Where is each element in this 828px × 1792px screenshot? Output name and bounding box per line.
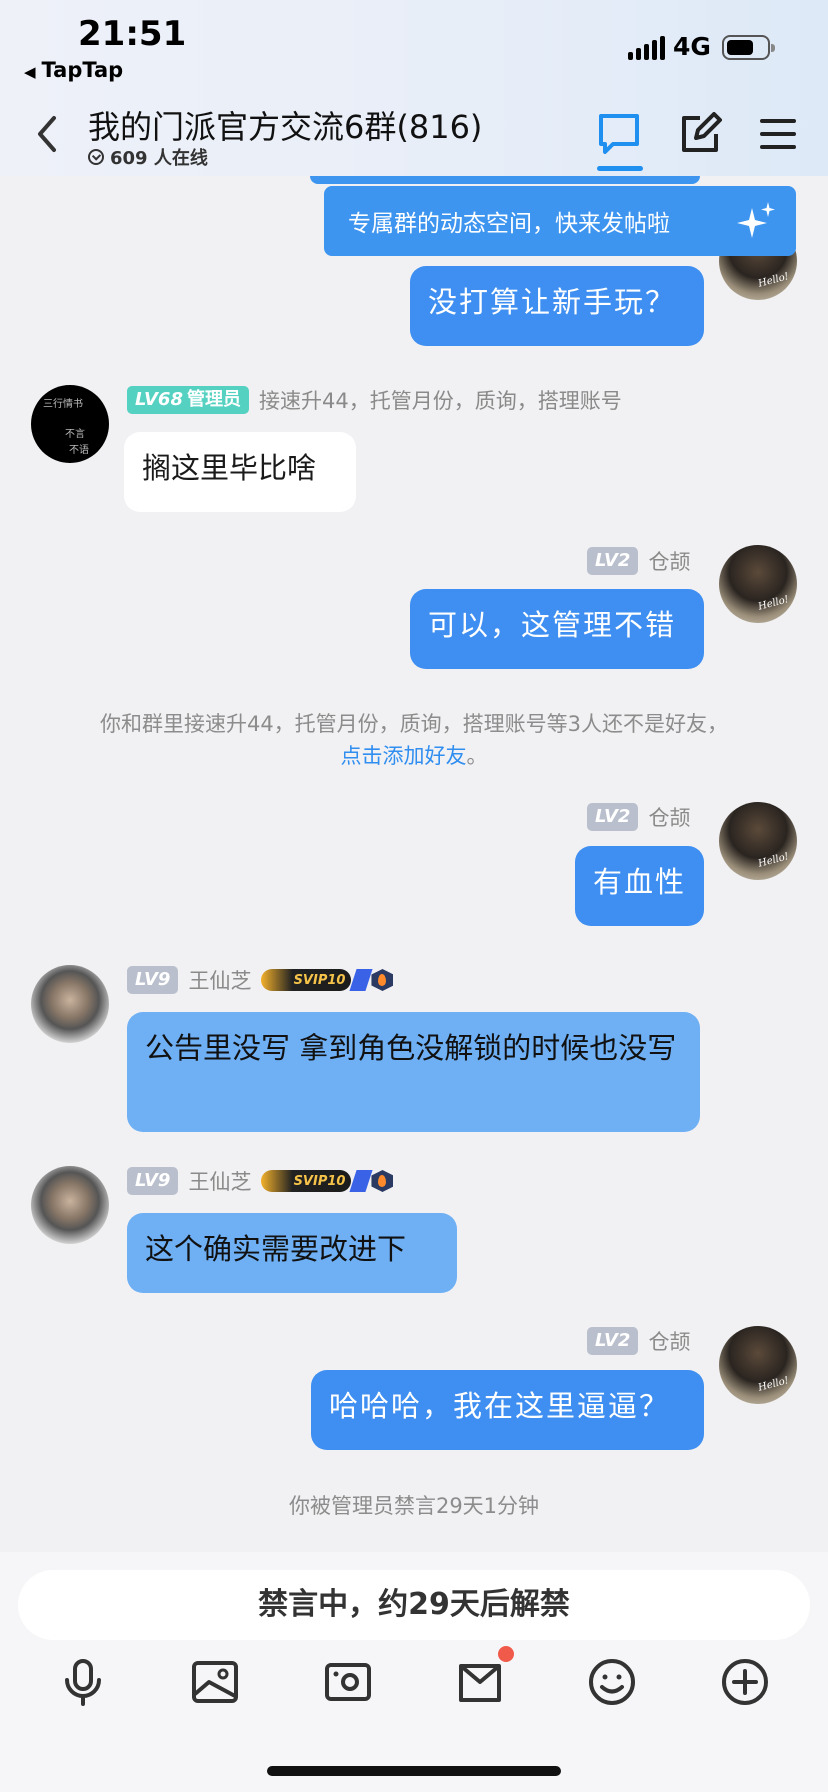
sender-meta: LV9 王仙芝 SVIP10 (127, 1166, 394, 1196)
sender-name: 仓颉 (648, 550, 691, 574)
sender-meta: LV2 仓颉 (587, 546, 690, 576)
sender-name: 王仙芝 (188, 969, 252, 993)
sender-name: 仓颉 (648, 806, 691, 830)
online-icon (88, 149, 104, 165)
sender-meta: LV68 管理员 接速升44，托管月份，质询，搭理账号 (127, 385, 622, 415)
network-type: 4G (673, 32, 711, 61)
level-badge: LV2 (587, 1327, 639, 1355)
avatar[interactable] (31, 1166, 109, 1244)
sender-name: 接速升44，托管月份，质询，搭理账号 (258, 389, 622, 413)
message-bubble[interactable]: 没打算让新手玩？ (410, 266, 704, 346)
back-icon[interactable] (30, 112, 66, 156)
signal-icon (628, 36, 666, 60)
battery-icon (722, 35, 775, 60)
emoji-icon[interactable] (586, 1656, 638, 1708)
avatar[interactable] (31, 965, 109, 1043)
avatar[interactable]: 三行情书 不言 不语 (31, 385, 109, 463)
image-icon[interactable] (189, 1656, 241, 1708)
back-app-label: TapTap (41, 58, 124, 82)
sender-meta: LV9 王仙芝 SVIP10 (127, 965, 394, 995)
avatar[interactable] (719, 1326, 797, 1404)
gift-icon[interactable] (454, 1656, 506, 1708)
message-bubble[interactable]: 搁这里毕比啥 (124, 432, 356, 512)
message-bubble[interactable]: 哈哈哈，我在这里逼逼？ (311, 1370, 704, 1450)
friend-notice-text: 你和群里接速升44，托管月份，质询，搭理账号等3人还不是好友， (99, 712, 729, 736)
sender-meta: LV2 仓颉 (587, 1326, 690, 1356)
level-badge: LV2 (587, 547, 639, 575)
active-tab-indicator (597, 166, 643, 171)
level-badge: LV9 (127, 1167, 179, 1195)
home-indicator[interactable] (267, 1766, 561, 1776)
friend-notice: 你和群里接速升44，托管月份，质询，搭理账号等3人还不是好友， 点击添加好友。 (0, 708, 828, 772)
group-title: 我的门派官方交流6群(816) (88, 108, 483, 146)
online-count: 609 人在线 (88, 144, 208, 170)
add-friend-link[interactable]: 点击添加好友 (341, 744, 467, 768)
camera-icon[interactable] (322, 1656, 374, 1708)
previous-message-edge (310, 176, 700, 184)
level-badge: LV2 (587, 803, 639, 831)
top-bar: 21:51 ◀ TapTap 4G 我的门派官方交流6群(816) 609 人在线 (0, 0, 828, 176)
sender-name: 仓颉 (648, 1330, 691, 1354)
avatar[interactable] (719, 545, 797, 623)
banner-text: 专属群的动态空间，快来发帖啦 (348, 211, 670, 237)
svip-badge: SVIP10 (261, 967, 394, 993)
online-label: 609 人在线 (110, 148, 208, 169)
sparkle-icon (737, 202, 775, 238)
back-to-app[interactable]: ◀ TapTap (24, 58, 123, 82)
edit-icon[interactable] (678, 112, 722, 156)
muted-input: 禁言中，约29天后解禁 (18, 1570, 810, 1640)
plus-icon[interactable] (719, 1656, 771, 1708)
sender-name: 王仙芝 (188, 1170, 252, 1194)
menu-icon[interactable] (756, 112, 800, 156)
level-badge: LV9 (127, 966, 179, 994)
microphone-icon[interactable] (57, 1656, 109, 1708)
message-bubble[interactable]: 公告里没写 拿到角色没解锁的时候也没写 (127, 1012, 700, 1132)
svip-badge: SVIP10 (261, 1168, 394, 1194)
sender-meta: LV2 仓颉 (587, 802, 690, 832)
chat-bubble-icon[interactable] (597, 112, 641, 156)
level-badge: LV68 管理员 (127, 386, 249, 414)
message-bubble[interactable]: 有血性 (575, 846, 704, 926)
avatar[interactable] (719, 802, 797, 880)
back-triangle-icon: ◀ (24, 63, 36, 81)
message-bubble[interactable]: 这个确实需要改进下 (127, 1213, 457, 1293)
group-post-banner[interactable]: 专属群的动态空间，快来发帖啦 (324, 186, 796, 256)
message-bubble[interactable]: 可以，这管理不错 (410, 589, 704, 669)
notification-dot (498, 1646, 514, 1662)
status-time: 21:51 (78, 14, 187, 54)
mute-notice: 你被管理员禁言29天1分钟 (288, 1494, 540, 1518)
